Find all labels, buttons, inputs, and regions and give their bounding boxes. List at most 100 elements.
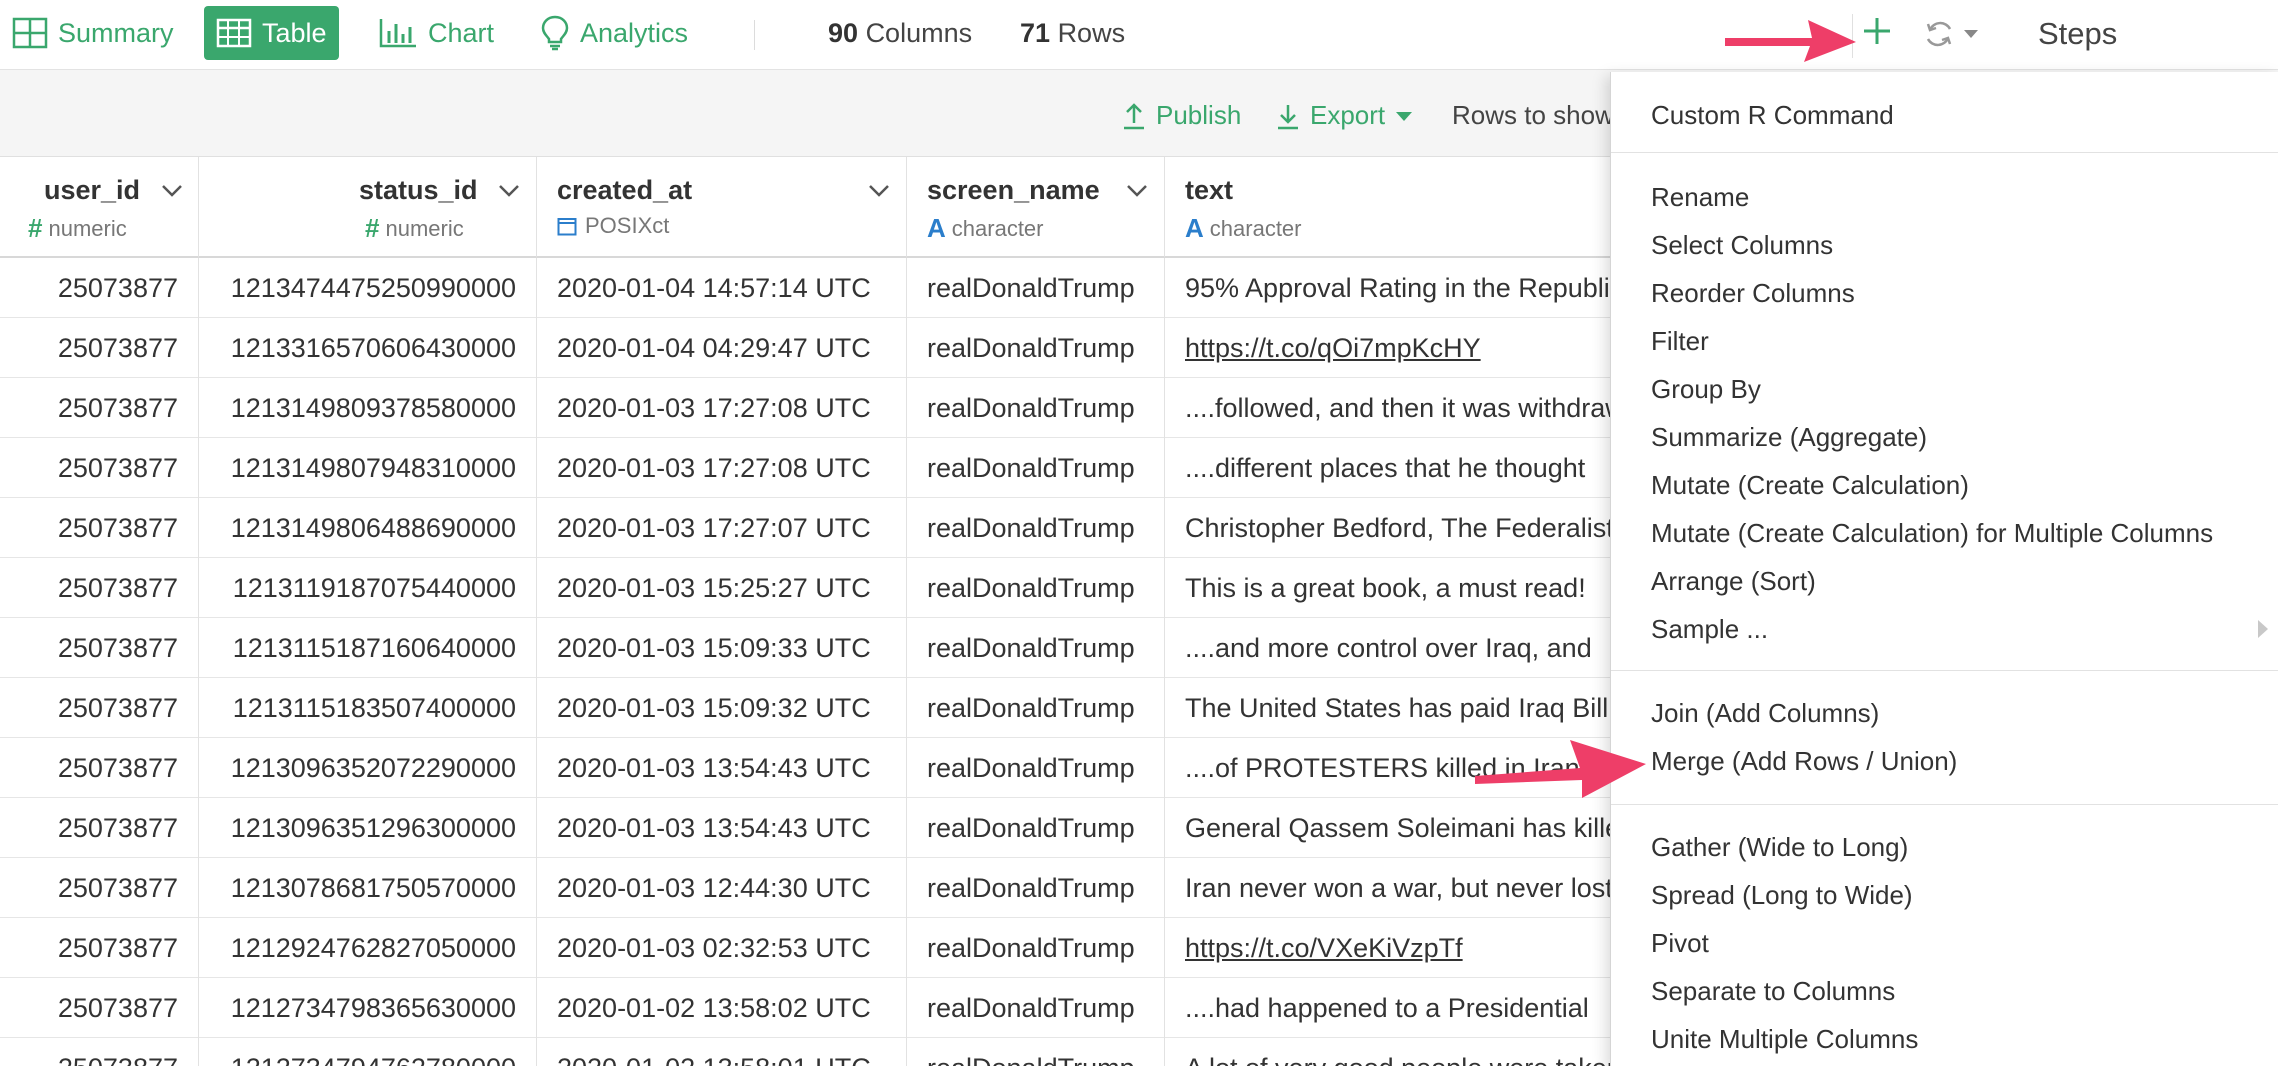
steps-divider	[1852, 14, 1853, 58]
table-cell: ....of PROTESTERS killed in Iran	[1185, 753, 1580, 783]
table-row: 25073877 1213149806488690000 2020-01-03 17…	[0, 498, 1612, 558]
table-cell: 25073877	[0, 618, 199, 678]
menu-item-pivot[interactable]: Pivot	[1651, 928, 1709, 959]
table-cell: ....different places that he thought	[1185, 453, 1586, 483]
table-cell: 1213149807948310000	[199, 438, 537, 498]
tab-summary[interactable]: Summary	[0, 6, 186, 60]
table-cell: 25073877	[0, 498, 199, 558]
table-cell: 2020-01-02 13:58:01 UTC	[537, 1038, 907, 1066]
table-row: 25073877 1213096351296300000 2020-01-03 13…	[0, 798, 1612, 858]
table-cell[interactable]: https://t.co/VXeKiVzpTf	[1165, 918, 1612, 978]
menu-item-join[interactable]: Join (Add Columns)	[1651, 698, 1879, 729]
table-cell: 25073877	[0, 858, 199, 918]
menu-item-unite[interactable]: Unite Multiple Columns	[1651, 1024, 1918, 1055]
menu-item-reorder-columns[interactable]: Reorder Columns	[1651, 278, 1855, 309]
chevron-down-icon[interactable]	[497, 183, 521, 199]
table-row: 2507387712127347947627800002020-01-02 13…	[0, 1038, 1612, 1066]
column-count-label: Columns	[865, 18, 973, 48]
table-cell: 2020-01-03 13:54:43 UTC	[537, 798, 907, 858]
table-cell: 2020-01-03 15:09:32 UTC	[537, 678, 907, 738]
column-header-user-id[interactable]: user_id # numeric	[0, 157, 199, 258]
chevron-down-icon[interactable]	[1125, 183, 1149, 199]
table-cell[interactable]: https://t.co/qOi7mpKcHY	[1165, 318, 1612, 378]
steps-label: Steps	[2038, 16, 2118, 51]
row-count-number: 71	[1020, 18, 1051, 48]
publish-button[interactable]: Publish	[1122, 100, 1241, 131]
table-cell: realDonaldTrump	[907, 738, 1165, 798]
menu-item-gather[interactable]: Gather (Wide to Long)	[1651, 832, 1908, 863]
column-type: character	[1209, 215, 1302, 241]
numeric-type-icon: #	[28, 213, 43, 243]
menu-item-select-columns[interactable]: Select Columns	[1651, 230, 1833, 261]
menu-item-sample[interactable]: Sample ...	[1651, 614, 1768, 645]
table-cell: 1213096351296300000	[199, 798, 537, 858]
menu-item-mutate[interactable]: Mutate (Create Calculation)	[1651, 470, 1969, 501]
table-row: 25073877 1213115187160640000 2020-01-03 15…	[0, 618, 1612, 678]
menu-item-summarize[interactable]: Summarize (Aggregate)	[1651, 422, 1927, 453]
menu-item-group-by[interactable]: Group By	[1651, 374, 1761, 405]
tab-analytics[interactable]: Analytics	[528, 6, 700, 60]
table-cell: 95% Approval Rating in the Republican	[1185, 273, 1612, 303]
menu-item-merge[interactable]: Merge (Add Rows / Union)	[1651, 746, 1957, 777]
table-cell: 25073877	[0, 258, 199, 318]
column-name: created_at	[557, 175, 693, 205]
table-cell: 2020-01-04 04:29:47 UTC	[537, 318, 907, 378]
table-cell: 1213119187075440000	[199, 558, 537, 618]
tab-chart[interactable]: Chart	[366, 6, 506, 60]
plus-icon	[1864, 18, 1890, 44]
column-header-status-id[interactable]: status_id # numeric	[199, 157, 537, 258]
top-bar: Summary Table Chart Analytics 90 Columns…	[0, 0, 2278, 70]
menu-item-separate[interactable]: Separate to Columns	[1651, 976, 1895, 1007]
menu-item-spread[interactable]: Spread (Long to Wide)	[1651, 880, 1913, 911]
table-cell: ....and more control over Iraq, and	[1185, 633, 1592, 663]
table-cell: 1212734794762780000	[199, 1038, 537, 1066]
export-button[interactable]: Export	[1276, 100, 1415, 131]
add-step-button[interactable]	[1862, 10, 1892, 54]
menu-item-mutate-multiple[interactable]: Mutate (Create Calculation) for Multiple…	[1651, 518, 2213, 549]
chevron-down-icon[interactable]	[867, 183, 891, 199]
table-cell: realDonaldTrump	[907, 498, 1165, 558]
table-cell: 25073877	[0, 378, 199, 438]
data-table: user_id # numeric status_id # numeric crea…	[0, 157, 1612, 1066]
table-row: 25073877 1212734798365630000 2020-01-02 13…	[0, 978, 1612, 1038]
table-row: 25073877 1213096352072290000 2020-01-03 13…	[0, 738, 1612, 798]
table-cell: 2020-01-03 17:27:08 UTC	[537, 378, 907, 438]
refresh-button[interactable]	[1924, 18, 1984, 55]
table-cell: 25073877	[0, 1038, 199, 1066]
table-cell: 1213474475250990000	[199, 258, 537, 318]
table-cell: 1212734798365630000	[199, 978, 537, 1038]
column-name: status_id	[359, 175, 478, 205]
table-cell: realDonaldTrump	[907, 678, 1165, 738]
table-cell: 25073877	[0, 798, 199, 858]
table-cell: 1213115187160640000	[199, 618, 537, 678]
column-header-created-at[interactable]: created_at POSIXct	[537, 157, 907, 258]
column-count: 90 Columns	[828, 18, 972, 49]
download-icon	[1278, 104, 1298, 129]
table-cell: 2020-01-04 14:57:14 UTC	[537, 258, 907, 318]
table-cell: Christopher Bedford, The Federalist	[1185, 513, 1612, 543]
menu-item-rename[interactable]: Rename	[1651, 182, 1749, 213]
table-cell: realDonaldTrump	[907, 918, 1165, 978]
menu-item-arrange[interactable]: Arrange (Sort)	[1651, 566, 1816, 597]
table-cell: 25073877	[0, 738, 199, 798]
menu-item-custom-r-command[interactable]: Custom R Command	[1651, 100, 1894, 131]
table-cell: ....had happened to a Presidential	[1185, 993, 1589, 1023]
column-header-screen-name[interactable]: screen_name Acharacter	[907, 157, 1165, 258]
table-cell: realDonaldTrump	[907, 798, 1165, 858]
table-cell: 1213096352072290000	[199, 738, 537, 798]
table-cell: 25073877	[0, 438, 199, 498]
table-cell: Iran never won a war, but never lost	[1185, 873, 1612, 903]
column-header-text[interactable]: text Acharacter	[1165, 157, 1612, 258]
table-cell: 25073877	[0, 918, 199, 978]
tab-table[interactable]: Table	[204, 6, 339, 60]
table-cell: 2020-01-02 13:58:02 UTC	[537, 978, 907, 1038]
column-name: screen_name	[927, 175, 1100, 205]
table-cell: General Qassem Soleimani has killed	[1185, 813, 1612, 843]
tab-chart-label: Chart	[428, 17, 495, 48]
table-icon	[216, 18, 252, 48]
chevron-down-icon[interactable]	[160, 183, 184, 199]
table-cell: ....followed, and then it was withdrawn	[1185, 393, 1612, 423]
tab-table-label: Table	[262, 17, 327, 48]
column-name: user_id	[44, 175, 141, 205]
menu-item-filter[interactable]: Filter	[1651, 326, 1709, 357]
